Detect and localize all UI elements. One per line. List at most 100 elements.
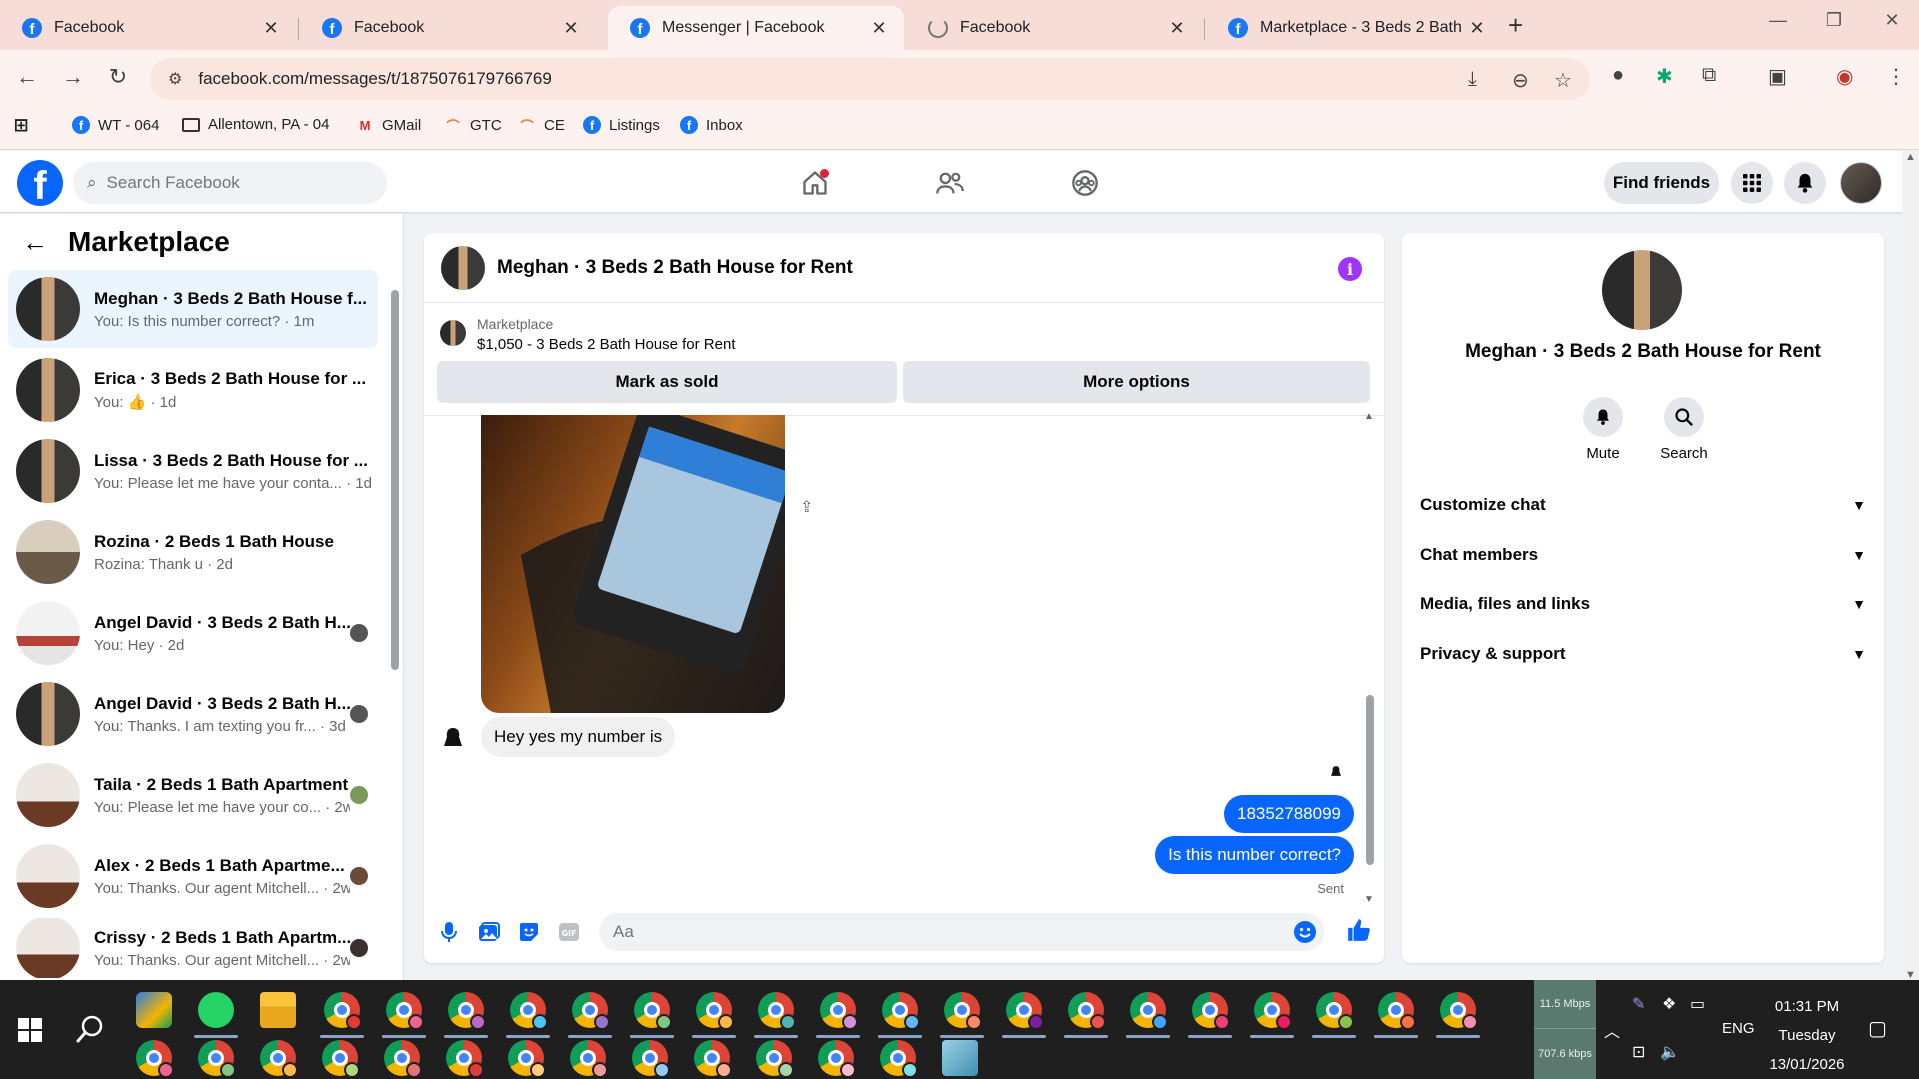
cookie-extension-icon[interactable]: ● bbox=[1612, 64, 1624, 87]
extension-icon[interactable]: ✱ bbox=[1656, 64, 1673, 89]
clock[interactable]: 01:31 PM Tuesday 13/01/2026 bbox=[1752, 992, 1862, 1079]
chrome-profile-icon[interactable] bbox=[754, 992, 798, 1038]
bookmark-ce[interactable]: ⌒ CE bbox=[518, 116, 564, 134]
chevron-up-icon[interactable]: ︿ bbox=[1604, 1018, 1620, 1042]
close-icon[interactable]: ✕ bbox=[1166, 18, 1188, 39]
browser-tab-5[interactable]: f Marketplace - 3 Beds 2 Bath House for … bbox=[1206, 6, 1502, 50]
chrome-profile-icon[interactable] bbox=[260, 1040, 298, 1078]
search-input[interactable] bbox=[106, 173, 357, 193]
pen-icon[interactable]: ✎ bbox=[1632, 994, 1645, 1014]
app-icon[interactable] bbox=[136, 992, 172, 1028]
chrome-profile-icon[interactable] bbox=[508, 1040, 546, 1078]
browser-tab-3-active[interactable]: f Messenger | Facebook ✕ bbox=[608, 6, 904, 50]
profile-icon[interactable]: ◉ bbox=[1836, 64, 1853, 89]
home-nav-button[interactable] bbox=[795, 163, 835, 203]
chat-list-scrollbar[interactable] bbox=[390, 274, 400, 972]
chrome-profile-icon[interactable] bbox=[880, 1040, 918, 1078]
chrome-profile-icon[interactable] bbox=[570, 1040, 608, 1078]
bookmark-listings[interactable]: f Listings bbox=[583, 116, 660, 134]
facebook-search[interactable]: ⌕ bbox=[73, 162, 387, 204]
chrome-profile-icon[interactable] bbox=[1374, 992, 1418, 1038]
browser-tab-1[interactable]: f Facebook ✕ bbox=[0, 6, 296, 50]
scrollbar-thumb[interactable] bbox=[391, 290, 399, 670]
chrome-profile-icon[interactable] bbox=[506, 992, 550, 1038]
language-indicator[interactable]: ENG bbox=[1722, 1020, 1755, 1037]
window-close-icon[interactable]: ✕ bbox=[1872, 10, 1912, 31]
chrome-profile-icon[interactable] bbox=[632, 1040, 670, 1078]
chrome-profile-icon[interactable] bbox=[1002, 992, 1046, 1038]
notifications-button[interactable] bbox=[1784, 162, 1826, 204]
message-input[interactable] bbox=[599, 913, 1324, 951]
chrome-profile-icon[interactable] bbox=[816, 992, 860, 1038]
volume-icon[interactable]: 🔈 bbox=[1660, 1042, 1680, 1062]
notepad-icon[interactable] bbox=[942, 1040, 978, 1076]
chat-item-lissa[interactable]: Lissa · 3 Beds 2 Bath House for ... You: … bbox=[8, 432, 378, 510]
chrome-profile-icon[interactable] bbox=[444, 992, 488, 1038]
new-tab-button[interactable]: + bbox=[1508, 10, 1523, 41]
chrome-profile-icon[interactable] bbox=[818, 1040, 856, 1078]
chat-item-angel-david-1[interactable]: Angel David · 3 Beds 2 Bath H... You: Hey… bbox=[8, 594, 378, 672]
apps-grid-icon[interactable]: ⊞ bbox=[12, 115, 38, 135]
close-icon[interactable]: ✕ bbox=[260, 18, 282, 39]
chrome-profile-icon[interactable] bbox=[630, 992, 674, 1038]
more-options-button[interactable]: More options bbox=[903, 361, 1370, 403]
emoji-icon[interactable] bbox=[1292, 919, 1318, 945]
chrome-profile-icon[interactable] bbox=[1250, 992, 1294, 1038]
chrome-profile-icon[interactable] bbox=[198, 1040, 236, 1078]
chrome-profile-icon[interactable] bbox=[1436, 992, 1480, 1038]
microphone-icon[interactable] bbox=[436, 919, 462, 945]
address-bar[interactable]: ⚙ facebook.com/messages/t/18750761797667… bbox=[150, 58, 1590, 100]
browser-tab-2[interactable]: f Facebook ✕ bbox=[300, 6, 596, 50]
menu-button[interactable] bbox=[1731, 162, 1773, 204]
chrome-profile-icon[interactable] bbox=[382, 992, 426, 1038]
zoom-icon[interactable]: ⊖ bbox=[1512, 68, 1529, 93]
scrollbar-thumb[interactable] bbox=[1366, 695, 1374, 865]
chrome-profile-icon[interactable] bbox=[878, 992, 922, 1038]
close-icon[interactable]: ✕ bbox=[868, 18, 890, 39]
chrome-profile-icon[interactable] bbox=[136, 1040, 174, 1078]
chat-item-meghan[interactable]: Meghan · 3 Beds 2 Bath House f... You: Is… bbox=[8, 270, 378, 348]
chrome-profile-icon[interactable] bbox=[940, 992, 984, 1038]
conversation-avatar[interactable] bbox=[441, 245, 485, 290]
bookmark-inbox[interactable]: f Inbox bbox=[680, 116, 743, 134]
chat-item-alex[interactable]: Alex · 2 Beds 1 Bath Apartme... You: Than… bbox=[8, 837, 378, 915]
restore-icon[interactable]: ❐ bbox=[1814, 10, 1854, 31]
browser-tab-4[interactable]: Facebook ✕ bbox=[906, 6, 1202, 50]
chrome-profile-icon[interactable] bbox=[1312, 992, 1356, 1038]
chat-item-rozina[interactable]: Rozina · 2 Beds 1 Bath House Rozina: Than… bbox=[8, 513, 378, 591]
chrome-profile-icon[interactable] bbox=[320, 992, 364, 1038]
privacy-support-section[interactable]: Privacy & support ▼ bbox=[1420, 634, 1866, 674]
chrome-profile-icon[interactable] bbox=[756, 1040, 794, 1078]
account-avatar[interactable] bbox=[1840, 162, 1882, 204]
chrome-profile-icon[interactable] bbox=[1188, 992, 1232, 1038]
tab-search-icon[interactable]: ▣ bbox=[1768, 64, 1787, 89]
groups-nav-button[interactable] bbox=[1065, 163, 1105, 203]
windows-start-icon[interactable] bbox=[18, 1018, 42, 1042]
minimize-icon[interactable]: — bbox=[1758, 10, 1798, 31]
chrome-profile-icon[interactable] bbox=[446, 1040, 484, 1078]
customize-chat-section[interactable]: Customize chat ▼ bbox=[1420, 485, 1866, 525]
dropbox-icon[interactable]: ❖ bbox=[1662, 994, 1676, 1014]
chrome-profile-icon[interactable] bbox=[1064, 992, 1108, 1038]
battery-icon[interactable]: ▭ bbox=[1690, 994, 1705, 1014]
share-icon[interactable]: ⇪ bbox=[800, 497, 813, 517]
close-icon[interactable]: ✕ bbox=[1466, 18, 1488, 39]
media-files-links-section[interactable]: Media, files and links ▼ bbox=[1420, 584, 1866, 624]
chrome-profile-icon[interactable] bbox=[692, 992, 736, 1038]
site-settings-icon[interactable]: ⚙ bbox=[168, 69, 182, 89]
back-arrow-icon[interactable]: ← bbox=[12, 64, 42, 90]
friends-nav-button[interactable] bbox=[930, 163, 970, 203]
reload-icon[interactable]: ↻ bbox=[103, 64, 133, 90]
forward-arrow-icon[interactable]: → bbox=[58, 64, 88, 90]
chat-item-erica[interactable]: Erica · 3 Beds 2 Bath House for ... You: … bbox=[8, 351, 378, 429]
search-button[interactable]: Search bbox=[1649, 397, 1719, 462]
puzzle-icon[interactable]: ⧉ bbox=[1702, 64, 1716, 87]
chat-item-crissy[interactable]: Crissy · 2 Beds 1 Bath Apartm... You: Tha… bbox=[8, 918, 378, 978]
file-explorer-icon[interactable] bbox=[260, 992, 296, 1028]
bookmark-gmail[interactable]: M GMail bbox=[356, 116, 422, 134]
message-photo[interactable] bbox=[481, 415, 785, 713]
sticker-icon[interactable] bbox=[516, 919, 542, 945]
scroll-up-icon[interactable]: ▲ bbox=[1902, 151, 1919, 163]
close-icon[interactable]: ✕ bbox=[560, 18, 582, 39]
chat-members-section[interactable]: Chat members ▼ bbox=[1420, 535, 1866, 575]
